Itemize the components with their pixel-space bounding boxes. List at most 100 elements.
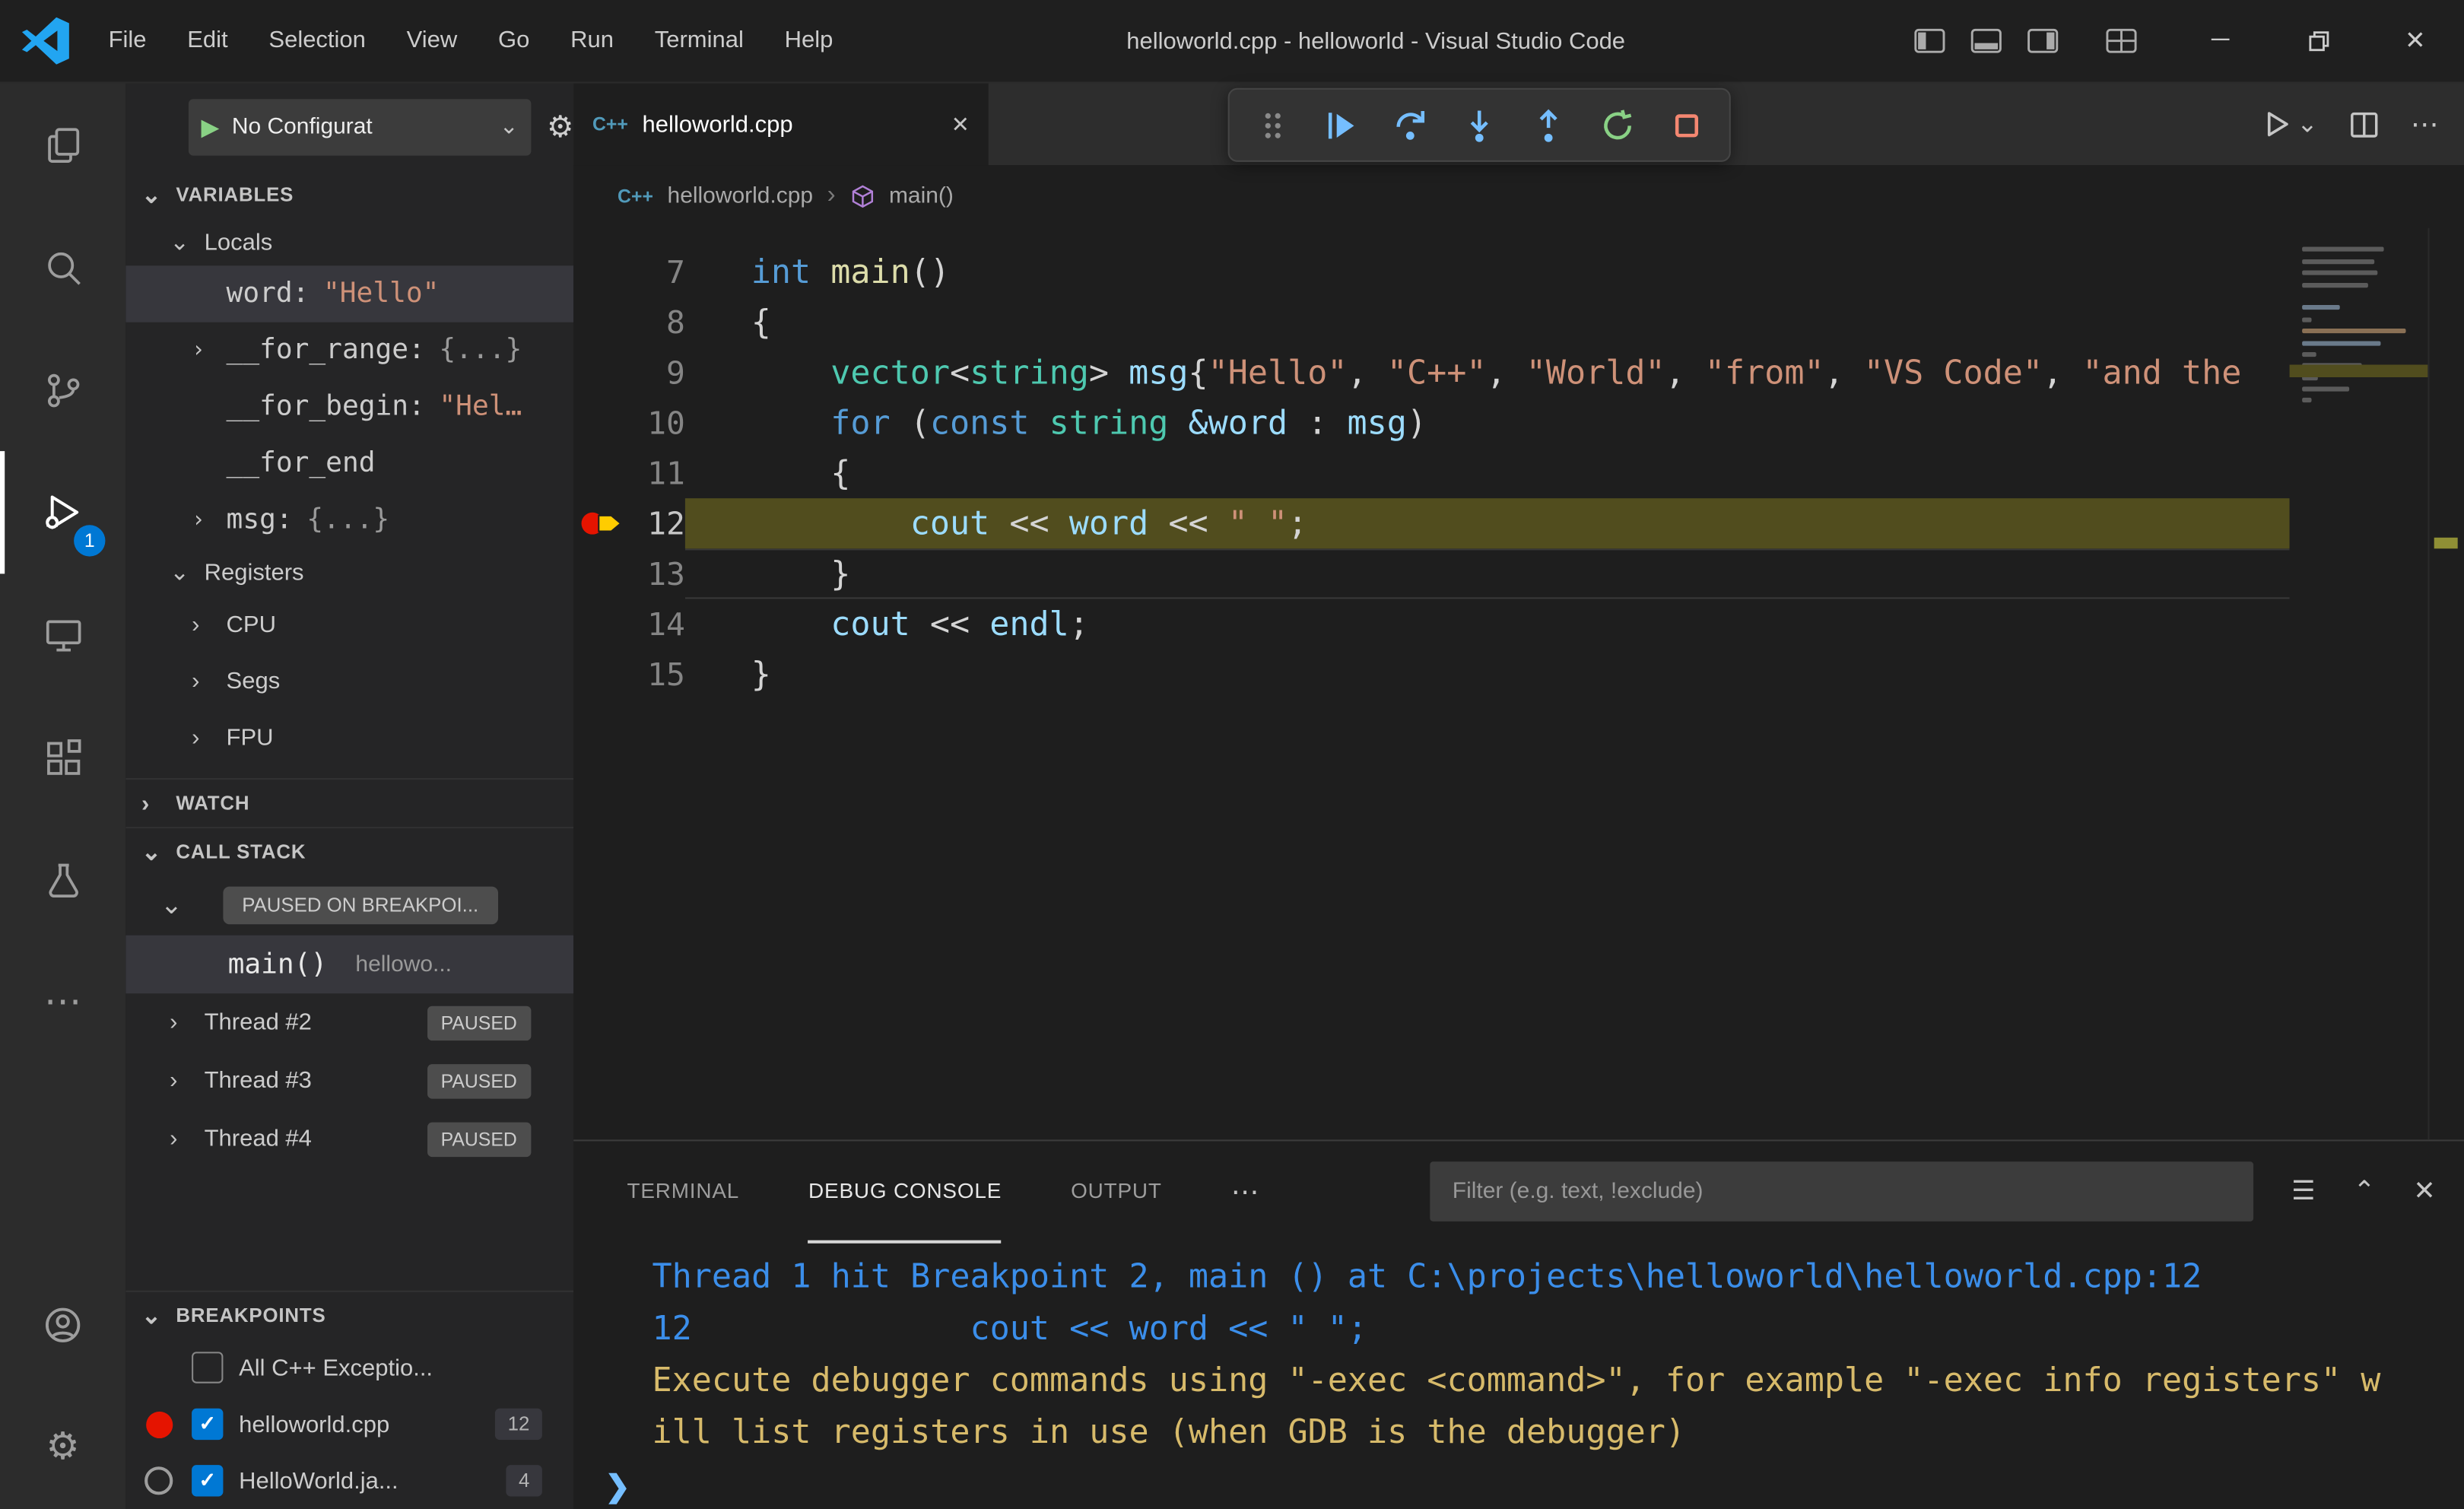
code-text[interactable]: cout << word << " "; bbox=[684, 498, 2290, 549]
code-line-7[interactable]: 7 int main() bbox=[573, 246, 2289, 297]
menu-go[interactable]: Go bbox=[478, 0, 550, 81]
code-text[interactable]: int main() bbox=[685, 246, 2290, 297]
toggle-sidebar-icon[interactable] bbox=[1914, 28, 1945, 53]
line-number[interactable]: 12 bbox=[630, 498, 685, 548]
editor-scrollbar[interactable] bbox=[2427, 227, 2464, 1140]
menu-help[interactable]: Help bbox=[764, 0, 853, 81]
breakpoint-row-exceptions[interactable]: All C++ Exceptio... bbox=[125, 1339, 573, 1396]
code-line-13[interactable]: 13 } bbox=[573, 548, 2289, 599]
registers-group[interactable]: ⌄ Registers bbox=[125, 548, 573, 596]
gutter-glyph-margin[interactable] bbox=[573, 448, 630, 498]
activity-search[interactable] bbox=[0, 206, 125, 329]
code-text[interactable]: { bbox=[685, 297, 2290, 348]
continue-button[interactable] bbox=[1307, 92, 1373, 158]
line-number[interactable]: 10 bbox=[630, 398, 685, 448]
breakpoint-checkbox[interactable] bbox=[192, 1408, 224, 1441]
customize-layout-icon[interactable] bbox=[2106, 28, 2137, 53]
tab-debug-console[interactable]: DEBUG CONSOLE bbox=[808, 1140, 1002, 1243]
code-text[interactable]: vector<string> msg{"Hello", "C++", "Worl… bbox=[685, 348, 2290, 398]
variable-row-for-end[interactable]: __for_end bbox=[125, 435, 573, 491]
close-panel-icon[interactable]: ✕ bbox=[2413, 1176, 2435, 1207]
tab-terminal[interactable]: TERMINAL bbox=[627, 1140, 739, 1242]
line-number[interactable]: 14 bbox=[630, 599, 685, 649]
run-or-debug-button[interactable]: ⌄ bbox=[2261, 109, 2318, 140]
thread-row-3[interactable]: › Thread #3 PAUSED bbox=[125, 1052, 573, 1110]
activity-more[interactable]: ⋯ bbox=[0, 942, 125, 1064]
gutter-glyph-margin[interactable] bbox=[573, 398, 630, 448]
debug-settings-gear-icon[interactable]: ⚙ bbox=[547, 110, 573, 146]
call-stack-section-header[interactable]: ⌄ CALL STACK bbox=[125, 827, 574, 875]
code-text[interactable]: { bbox=[685, 448, 2290, 498]
restore-button[interactable] bbox=[2269, 0, 2367, 81]
activity-accounts[interactable] bbox=[0, 1264, 125, 1387]
code-text[interactable]: } bbox=[685, 548, 2290, 599]
variables-section-header[interactable]: ⌄ VARIABLES bbox=[125, 171, 573, 218]
split-editor-button[interactable] bbox=[2349, 110, 2379, 139]
code-line-11[interactable]: 11 { bbox=[573, 448, 2289, 498]
register-row-fpu[interactable]: › FPU bbox=[125, 709, 573, 765]
toggle-panel-icon[interactable] bbox=[1970, 28, 2002, 53]
register-row-cpu[interactable]: › CPU bbox=[125, 596, 573, 652]
menu-run[interactable]: Run bbox=[550, 0, 634, 81]
thread-row-2[interactable]: › Thread #2 PAUSED bbox=[125, 993, 573, 1051]
minimap[interactable] bbox=[2289, 227, 2428, 1140]
activity-source-control[interactable] bbox=[0, 329, 125, 451]
gutter-glyph-margin[interactable] bbox=[573, 650, 630, 700]
console-filter-input[interactable] bbox=[1449, 1177, 2235, 1206]
code-line-10[interactable]: 10 for (const string &word : msg) bbox=[573, 398, 2289, 448]
close-window-button[interactable]: ✕ bbox=[2367, 0, 2464, 81]
step-over-button[interactable] bbox=[1376, 92, 1443, 158]
line-number[interactable]: 11 bbox=[630, 448, 685, 498]
breakpoint-row-helloworld-java[interactable]: HelloWorld.ja... 4 bbox=[125, 1453, 573, 1509]
activity-settings[interactable]: ⚙ bbox=[0, 1387, 125, 1509]
menu-selection[interactable]: Selection bbox=[249, 0, 386, 81]
watch-section-header[interactable]: › WATCH bbox=[125, 778, 574, 827]
code-line-14[interactable]: 14 cout << endl; bbox=[573, 599, 2289, 649]
maximize-panel-icon[interactable]: ⌃ bbox=[2353, 1176, 2375, 1207]
console-input-row[interactable]: ❯ bbox=[573, 1465, 2464, 1509]
tab-output[interactable]: OUTPUT bbox=[1071, 1140, 1162, 1242]
breakpoint-row-helloworld-cpp[interactable]: helloworld.cpp 12 bbox=[125, 1396, 573, 1452]
gutter-glyph-margin[interactable] bbox=[573, 297, 630, 348]
menu-edit[interactable]: Edit bbox=[167, 0, 248, 81]
breakpoint-checkbox[interactable] bbox=[192, 1465, 224, 1497]
toggle-secondary-sidebar-icon[interactable] bbox=[2027, 28, 2059, 53]
line-number[interactable]: 13 bbox=[630, 548, 685, 599]
locals-group[interactable]: ⌄ Locals bbox=[125, 218, 573, 265]
gutter-glyph-margin[interactable] bbox=[573, 246, 630, 297]
activity-remote-explorer[interactable] bbox=[0, 573, 125, 696]
tab-helloworld-cpp[interactable]: C++ helloworld.cpp ✕ bbox=[573, 83, 989, 166]
line-number[interactable]: 9 bbox=[630, 348, 685, 398]
gutter-glyph-margin[interactable] bbox=[573, 599, 630, 649]
stop-button[interactable] bbox=[1653, 92, 1719, 158]
menu-terminal[interactable]: Terminal bbox=[634, 0, 764, 81]
panel-more-tabs-icon[interactable]: ⋯ bbox=[1231, 1175, 1259, 1208]
variable-row-msg[interactable]: › msg: {...} bbox=[125, 492, 573, 548]
variable-row-for-range[interactable]: › __for_range: {...} bbox=[125, 322, 573, 379]
editor-more-actions-button[interactable]: ⋯ bbox=[2411, 108, 2439, 141]
code-text[interactable]: for (const string &word : msg) bbox=[685, 398, 2290, 448]
current-breakpoint-arrow-icon[interactable] bbox=[573, 498, 630, 548]
gutter-glyph-margin[interactable] bbox=[573, 348, 630, 398]
line-number[interactable]: 8 bbox=[630, 297, 685, 348]
menu-file[interactable]: File bbox=[88, 0, 167, 81]
code-line-9[interactable]: 9 vector<string> msg{"Hello", "C++", "Wo… bbox=[573, 348, 2289, 398]
step-into-button[interactable] bbox=[1446, 92, 1512, 158]
activity-testing[interactable] bbox=[0, 819, 125, 942]
toolbar-drag-grip[interactable] bbox=[1238, 92, 1304, 158]
activity-extensions[interactable] bbox=[0, 697, 125, 819]
code-text[interactable]: } bbox=[685, 650, 2290, 700]
code-line-12[interactable]: 12 cout << word << " "; bbox=[573, 498, 2290, 549]
filter-lines-icon[interactable]: ☰ bbox=[2291, 1176, 2316, 1207]
activity-explorer[interactable] bbox=[0, 84, 125, 206]
activity-run-debug[interactable]: 1 bbox=[0, 451, 125, 573]
debug-config-dropdown[interactable]: ▶ No Configurat ⌄ bbox=[188, 99, 532, 156]
stack-frame-main[interactable]: main() hellowo... bbox=[125, 935, 574, 994]
gutter-glyph-margin[interactable] bbox=[573, 548, 630, 599]
variable-row-word[interactable]: word: "Hello" bbox=[125, 265, 574, 322]
minimize-button[interactable]: ─ bbox=[2172, 0, 2269, 81]
line-number[interactable]: 7 bbox=[630, 246, 685, 297]
variable-row-for-begin[interactable]: __for_begin: "Hel… bbox=[125, 379, 573, 435]
register-row-segs[interactable]: › Segs bbox=[125, 653, 573, 709]
start-debug-icon[interactable]: ▶ bbox=[201, 113, 219, 141]
